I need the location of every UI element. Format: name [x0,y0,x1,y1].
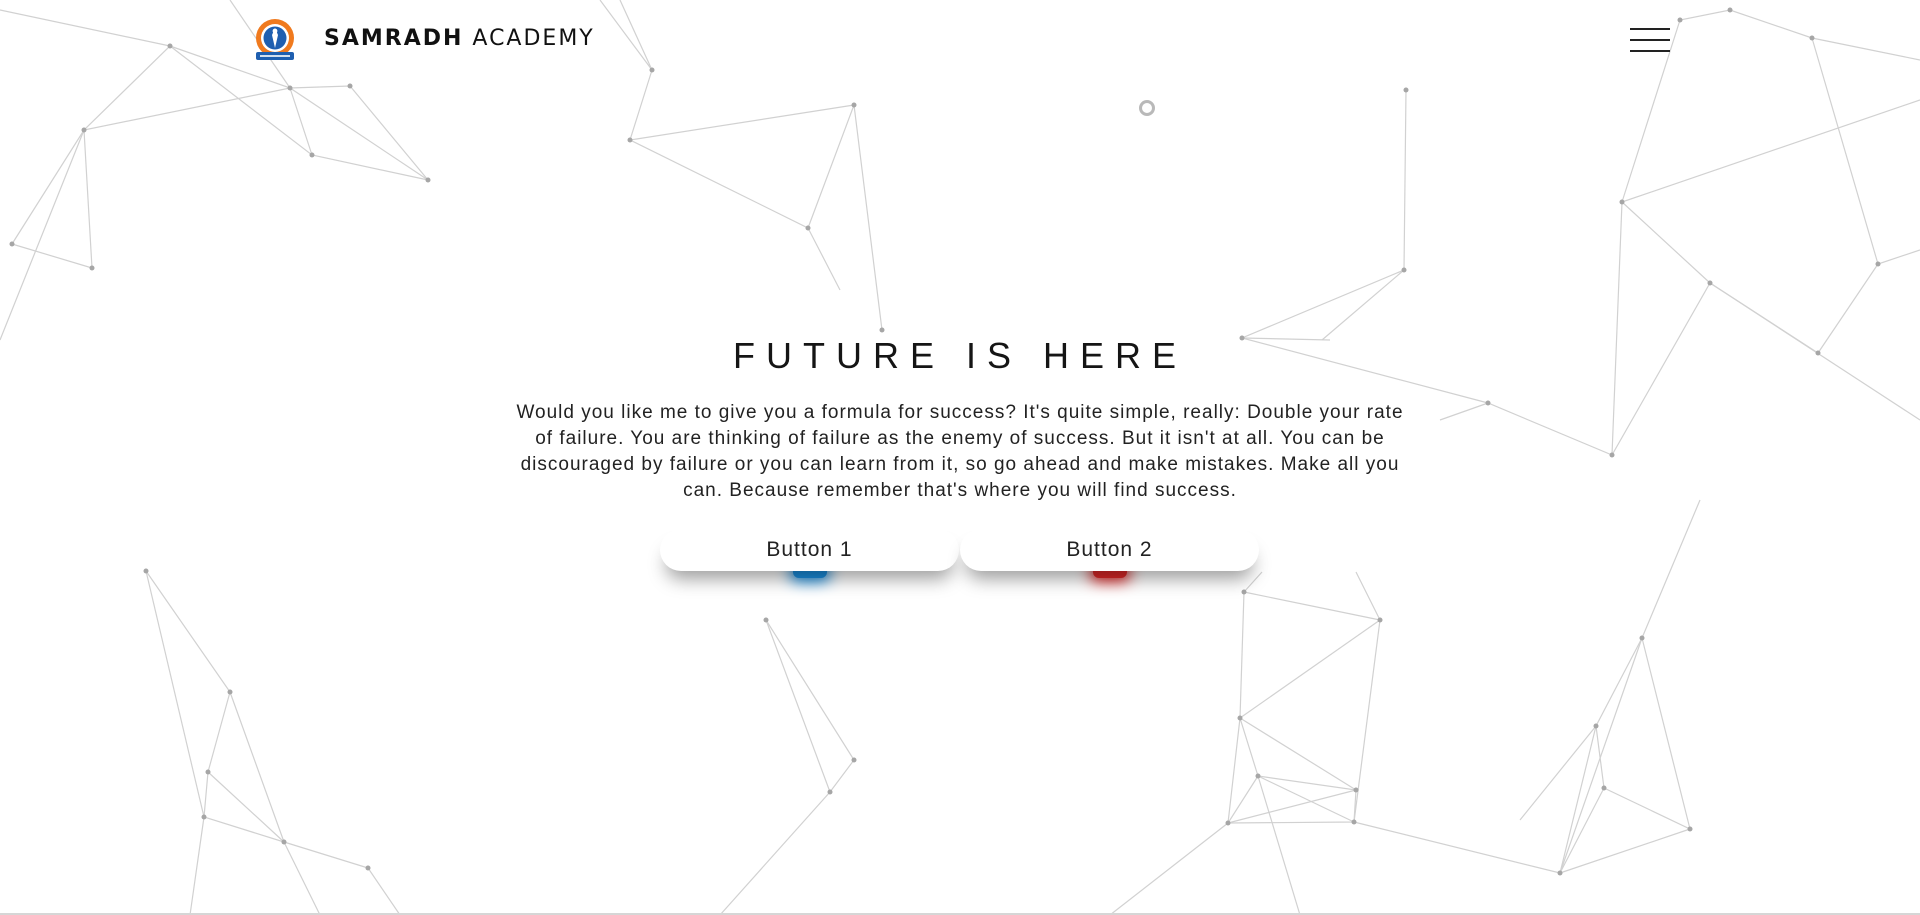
button-2-label: Button 2 [1066,538,1153,561]
hero-title: FUTURE IS HERE [732,335,1188,376]
button-1[interactable]: Button 1 [660,529,959,571]
hero-section: FUTURE IS HERE Would you like me to give… [0,330,1920,504]
brand-name-light: ACADEMY [472,26,595,51]
brand-name[interactable]: SAMRADH ACADEMY [324,26,595,51]
cursor-ring-icon [1139,100,1155,116]
hamburger-menu-icon[interactable] [1630,26,1670,54]
site-header: SAMRADH ACADEMY [0,0,1920,80]
hero-text: Would you like me to give you a formula … [516,402,1404,501]
brand-name-bold: SAMRADH [324,26,464,51]
button-1-label: Button 1 [766,538,853,561]
academy-crest-logo-icon [256,19,294,60]
button-2[interactable]: Button 2 [960,529,1259,571]
academy-logo[interactable] [252,17,298,63]
button-row: Button 1 Button 2 [660,529,1260,578]
